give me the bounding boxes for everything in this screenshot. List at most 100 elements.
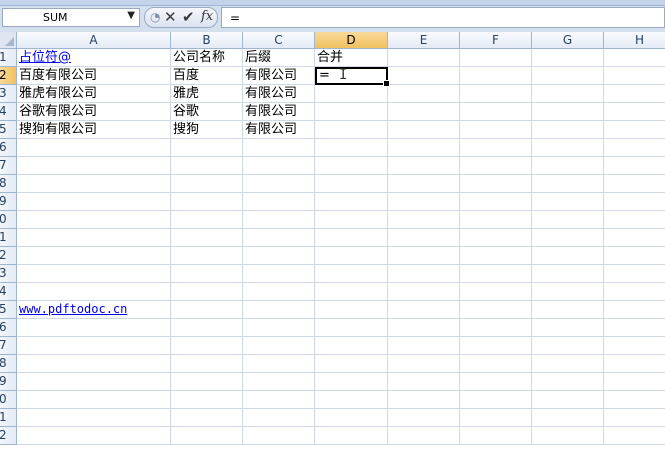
cell-f10[interactable] — [460, 211, 532, 229]
cell-h15[interactable] — [604, 301, 665, 319]
chevron-down-icon[interactable]: ▼ — [127, 10, 135, 21]
cell-b5[interactable]: 搜狗 — [171, 121, 243, 139]
cell-e11[interactable] — [388, 229, 460, 247]
cell-a8[interactable] — [17, 175, 171, 193]
row-header-4[interactable]: 4 — [0, 103, 17, 121]
cell-a5[interactable]: 搜狗有限公司 — [17, 121, 171, 139]
cell-h22[interactable] — [604, 427, 665, 445]
row-header-8[interactable]: 8 — [0, 175, 17, 193]
cell-f11[interactable] — [460, 229, 532, 247]
cell-b13[interactable] — [171, 265, 243, 283]
cell-c19[interactable] — [243, 373, 315, 391]
cell-a18[interactable] — [17, 355, 171, 373]
column-header-f[interactable]: F — [460, 32, 532, 49]
cell-e18[interactable] — [388, 355, 460, 373]
cell-g1[interactable] — [532, 49, 604, 67]
cell-b4[interactable]: 谷歌 — [171, 103, 243, 121]
cell-h7[interactable] — [604, 157, 665, 175]
cell-d22[interactable] — [315, 427, 388, 445]
cell-c1[interactable]: 后缀 — [243, 49, 315, 67]
cell-h18[interactable] — [604, 355, 665, 373]
cell-g10[interactable] — [532, 211, 604, 229]
cell-e14[interactable] — [388, 283, 460, 301]
cell-a17[interactable] — [17, 337, 171, 355]
cell-h21[interactable] — [604, 409, 665, 427]
cell-f15[interactable] — [460, 301, 532, 319]
cell-d18[interactable] — [315, 355, 388, 373]
hyperlink[interactable]: www.pdftodoc.cn — [19, 302, 127, 316]
cell-h8[interactable] — [604, 175, 665, 193]
cell-e5[interactable] — [388, 121, 460, 139]
cell-d4[interactable] — [315, 103, 388, 121]
cell-g8[interactable] — [532, 175, 604, 193]
cell-d8[interactable] — [315, 175, 388, 193]
cell-f4[interactable] — [460, 103, 532, 121]
cell-c7[interactable] — [243, 157, 315, 175]
column-header-b[interactable]: B — [171, 32, 243, 49]
cell-d3[interactable] — [315, 85, 388, 103]
cell-h19[interactable] — [604, 373, 665, 391]
formula-input[interactable]: = — [221, 7, 665, 28]
cell-b6[interactable] — [171, 139, 243, 157]
cell-a1[interactable]: 占位符@ — [17, 49, 171, 67]
cell-b10[interactable] — [171, 211, 243, 229]
row-header-19[interactable]: 9 — [0, 373, 17, 391]
cell-f2[interactable] — [460, 67, 532, 85]
cell-c16[interactable] — [243, 319, 315, 337]
row-header-6[interactable]: 6 — [0, 139, 17, 157]
cell-d10[interactable] — [315, 211, 388, 229]
cell-d13[interactable] — [315, 265, 388, 283]
cell-g20[interactable] — [532, 391, 604, 409]
cell-f16[interactable] — [460, 319, 532, 337]
cell-g9[interactable] — [532, 193, 604, 211]
cell-e6[interactable] — [388, 139, 460, 157]
row-header-17[interactable]: 7 — [0, 337, 17, 355]
cell-d20[interactable] — [315, 391, 388, 409]
cell-g6[interactable] — [532, 139, 604, 157]
cell-b1[interactable]: 公司名称 — [171, 49, 243, 67]
cell-b3[interactable]: 雅虎 — [171, 85, 243, 103]
cell-c22[interactable] — [243, 427, 315, 445]
cancel-icon[interactable]: ✕ — [164, 8, 177, 26]
grip-icon[interactable]: ◔ — [150, 10, 160, 24]
cell-g5[interactable] — [532, 121, 604, 139]
row-header-10[interactable]: 0 — [0, 211, 17, 229]
cell-c21[interactable] — [243, 409, 315, 427]
cell-g2[interactable] — [532, 67, 604, 85]
cell-f3[interactable] — [460, 85, 532, 103]
cell-c4[interactable]: 有限公司 — [243, 103, 315, 121]
cell-d21[interactable] — [315, 409, 388, 427]
cell-e22[interactable] — [388, 427, 460, 445]
cell-b15[interactable] — [171, 301, 243, 319]
cell-c20[interactable] — [243, 391, 315, 409]
cell-h3[interactable] — [604, 85, 665, 103]
cell-b21[interactable] — [171, 409, 243, 427]
cell-e20[interactable] — [388, 391, 460, 409]
cell-b20[interactable] — [171, 391, 243, 409]
cell-a4[interactable]: 谷歌有限公司 — [17, 103, 171, 121]
cell-e12[interactable] — [388, 247, 460, 265]
cell-f18[interactable] — [460, 355, 532, 373]
cell-c9[interactable] — [243, 193, 315, 211]
row-header-20[interactable]: 0 — [0, 391, 17, 409]
cell-b2[interactable]: 百度 — [171, 67, 243, 85]
cell-f5[interactable] — [460, 121, 532, 139]
fill-handle[interactable] — [383, 80, 390, 87]
cell-h1[interactable] — [604, 49, 665, 67]
cell-c17[interactable] — [243, 337, 315, 355]
column-header-c[interactable]: C — [243, 32, 315, 49]
cell-f20[interactable] — [460, 391, 532, 409]
cell-g21[interactable] — [532, 409, 604, 427]
cell-h20[interactable] — [604, 391, 665, 409]
cell-h14[interactable] — [604, 283, 665, 301]
row-header-16[interactable]: 6 — [0, 319, 17, 337]
cell-g7[interactable] — [532, 157, 604, 175]
cell-a14[interactable] — [17, 283, 171, 301]
enter-check-icon[interactable]: ✔ — [182, 8, 195, 26]
cell-d12[interactable] — [315, 247, 388, 265]
cell-h11[interactable] — [604, 229, 665, 247]
cell-c3[interactable]: 有限公司 — [243, 85, 315, 103]
cell-b8[interactable] — [171, 175, 243, 193]
cell-a9[interactable] — [17, 193, 171, 211]
name-box[interactable]: SUM ▼ — [2, 8, 140, 27]
